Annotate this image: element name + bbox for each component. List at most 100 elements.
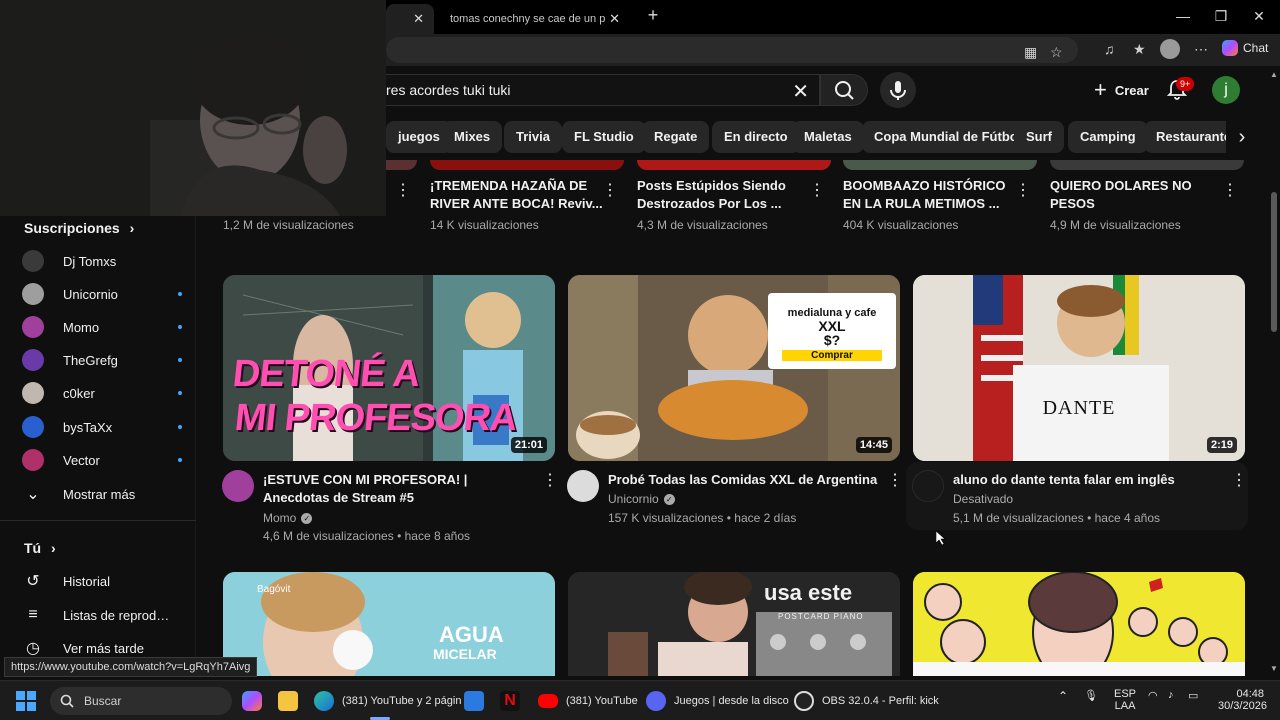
new-tab-icon[interactable]: + [638, 5, 668, 26]
taskbar-discord[interactable]: Juegos | desde la disco [646, 687, 789, 715]
taskbar-youtube[interactable]: (381) YouTube [538, 687, 638, 715]
more-vert-icon[interactable]: ⋮ [542, 473, 558, 489]
video-thumbnail[interactable]: DETONÉ A MI PROFESORA 21:01 [223, 275, 555, 461]
input-language[interactable]: ESP LAA [1114, 688, 1136, 712]
voice-search-button[interactable] [880, 72, 916, 108]
filter-chip[interactable]: Surf [1014, 121, 1064, 153]
video-thumbnail[interactable] [1050, 160, 1244, 170]
sidebar-item-channel[interactable]: Vector [22, 445, 182, 475]
close-window-icon[interactable]: ✕ [1244, 8, 1274, 25]
video-title[interactable]: QUIERO DOLARES NO PESOS [1050, 177, 1192, 213]
taskbar-file-explorer[interactable] [278, 687, 298, 715]
video-thumbnail[interactable]: usa este POSTCARD PIANO [568, 572, 900, 676]
clock[interactable]: 04:48 30/3/2026 [1218, 688, 1267, 712]
video-title[interactable]: aluno do dante tenta falar em inglês [953, 471, 1225, 489]
filter-chip[interactable]: Maletas [792, 121, 864, 153]
taskbar-store[interactable] [464, 687, 484, 715]
taskbar-netflix[interactable]: N [500, 687, 520, 715]
taskbar-obs[interactable]: OBS 32.0.4 - Perfil: kick [794, 687, 939, 715]
more-vert-icon[interactable]: ⋮ [602, 183, 618, 199]
channel-name[interactable]: Unicornio [608, 492, 659, 506]
scroll-up-arrow-icon[interactable]: ▲ [1270, 70, 1278, 79]
channel-avatar[interactable] [567, 470, 599, 502]
search-box[interactable]: res acordes tuki tuki ✕ [386, 74, 820, 106]
wifi-icon[interactable]: ◠ [1148, 689, 1158, 702]
page-scrollbar[interactable]: ▲ ▼ [1268, 66, 1280, 676]
video-title[interactable]: Posts Estúpidos Siendo Destrozados Por Lo… [637, 177, 786, 213]
microphone-icon[interactable]: 🎙 [1084, 689, 1098, 702]
more-vert-icon[interactable]: ⋮ [1015, 183, 1031, 199]
channel-name-row[interactable]: Desativado [953, 492, 1013, 506]
video-thumbnail[interactable] [913, 572, 1245, 676]
subscriptions-heading[interactable]: Suscripciones › [24, 220, 134, 236]
copilot-chat-button[interactable]: Chat [1222, 40, 1268, 56]
show-more-button[interactable]: ⌄ Mostrar más [22, 479, 182, 509]
taskbar-copilot[interactable] [242, 687, 262, 715]
more-vert-icon[interactable]: ⋮ [887, 473, 903, 489]
sidebar-item-channel[interactable]: TheGrefg [22, 345, 182, 375]
filter-chip[interactable]: Trivia [504, 121, 562, 153]
clear-search-icon[interactable]: ✕ [792, 79, 809, 104]
channel-name-row[interactable]: Unicornio ✓ [608, 492, 675, 506]
more-vert-icon[interactable]: ⋮ [1231, 473, 1247, 489]
favorites-icon[interactable]: ★ [1133, 41, 1146, 58]
channel-avatar[interactable] [222, 470, 254, 502]
search-button[interactable] [820, 74, 868, 106]
video-thumbnail[interactable] [430, 160, 624, 170]
close-tab-icon[interactable]: ✕ [413, 11, 424, 27]
sidebar-item-channel[interactable]: Momo [22, 312, 182, 342]
video-title[interactable]: ¡ESTUVE CON MI PROFESORA! | Anecdotas de… [263, 471, 535, 507]
video-title[interactable]: ¡TREMENDA HAZAÑA DE RIVER ANTE BOCA! Revi… [430, 177, 603, 213]
read-aloud-icon[interactable]: ♫ [1104, 41, 1115, 57]
you-heading[interactable]: Tú › [24, 540, 56, 556]
filter-chip[interactable]: Mixes [442, 121, 503, 153]
profile-icon[interactable] [1160, 39, 1180, 59]
apps-grid-icon[interactable]: ▦ [1024, 44, 1037, 61]
video-thumbnail[interactable] [843, 160, 1037, 170]
video-thumbnail[interactable]: DANTE 2:19 [913, 275, 1245, 461]
channel-name[interactable]: Momo [263, 511, 296, 525]
more-options-icon[interactable]: ⋯ [1194, 41, 1208, 58]
minimize-icon[interactable]: — [1168, 8, 1198, 24]
filter-chip[interactable]: FL Studio [562, 121, 646, 153]
windows-start-icon[interactable] [16, 691, 36, 711]
maximize-icon[interactable]: ❐ [1206, 8, 1236, 25]
video-thumbnail[interactable]: medialuna y cafe XXL $? Comprar 14:45 [568, 275, 900, 461]
favorite-star-icon[interactable]: ☆ [1050, 44, 1063, 61]
more-vert-icon[interactable]: ⋮ [1222, 183, 1238, 199]
account-avatar[interactable]: j [1212, 76, 1240, 104]
sidebar-item-channel[interactable]: bysTaXx [22, 412, 182, 442]
channel-name[interactable]: Desativado [953, 492, 1013, 506]
create-button[interactable]: + Crear [1082, 74, 1161, 106]
filter-chip[interactable]: Regate [642, 121, 710, 153]
video-thumbnail[interactable]: Bagóvit AGUA MICELAR [223, 572, 555, 676]
scroll-thumb[interactable] [1271, 192, 1277, 332]
video-title[interactable]: Probé Todas las Comidas XXL de Argentina [608, 471, 880, 489]
filter-chip[interactable]: En directo [712, 121, 800, 153]
video-title[interactable]: BOOMBAAZO HISTÓRICO EN LA RULA METIMOS ..… [843, 177, 1006, 213]
volume-icon[interactable]: ♪ [1168, 689, 1174, 701]
tab-inactive[interactable]: tomas conechny se cae de un piso ✕ [440, 4, 630, 34]
filter-chip[interactable]: Copa Mundial de Fútbol [862, 121, 1034, 153]
tab-active[interactable]: ✕ [386, 4, 434, 34]
sidebar-item-playlists[interactable]: ≡ Listas de reproducc... [22, 600, 182, 630]
battery-icon[interactable]: ▭ [1188, 689, 1198, 702]
chevron-right-icon[interactable]: › [1226, 121, 1258, 153]
more-vert-icon[interactable]: ⋮ [395, 183, 411, 199]
sidebar-item-history[interactable]: ↺ Historial [22, 566, 182, 596]
sidebar-item-channel[interactable]: Dj Tomxs [22, 246, 182, 276]
more-vert-icon[interactable]: ⋮ [809, 183, 825, 199]
close-tab-icon[interactable]: ✕ [609, 11, 620, 27]
scroll-down-arrow-icon[interactable]: ▼ [1270, 664, 1278, 673]
channel-name-row[interactable]: Momo ✓ [263, 511, 313, 525]
taskbar-search[interactable]: Buscar [50, 687, 232, 715]
search-input[interactable]: res acordes tuki tuki [386, 82, 511, 98]
filter-chip[interactable]: Camping [1068, 121, 1148, 153]
video-thumbnail[interactable] [637, 160, 831, 170]
sidebar-item-channel[interactable]: c0ker [22, 378, 182, 408]
chevron-up-icon[interactable]: ⌃ [1058, 689, 1068, 703]
taskbar-edge[interactable]: (381) YouTube y 2 págin [314, 687, 461, 715]
sidebar-item-channel[interactable]: Unicornio [22, 279, 182, 309]
address-bar[interactable]: ☆ ▦ [386, 37, 1078, 63]
channel-avatar[interactable] [912, 470, 944, 502]
